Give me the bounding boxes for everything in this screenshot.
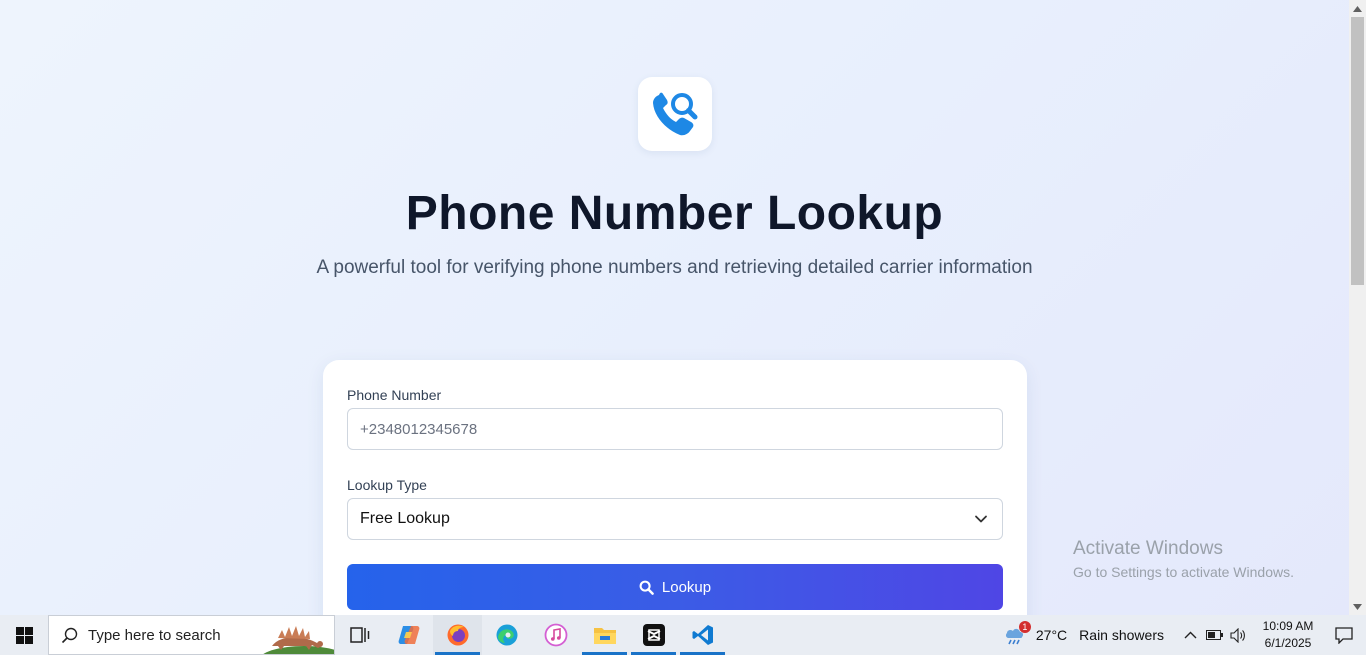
page-subtitle: A powerful tool for verifying phone numb… — [316, 257, 1033, 278]
lookup-type-select[interactable]: Free Lookup — [347, 498, 1003, 540]
search-icon — [639, 580, 654, 595]
app-logo — [638, 77, 712, 151]
scroll-up-arrow-icon[interactable] — [1349, 0, 1366, 17]
search-highlight-illustration-icon — [263, 626, 334, 654]
taskbar-clock[interactable]: 10:09 AM 6/1/2025 — [1254, 618, 1322, 652]
speaker-icon — [1229, 627, 1245, 643]
activate-windows-watermark: Activate Windows Go to Settings to activ… — [1073, 538, 1294, 580]
page-content: Phone Number Lookup A powerful tool for … — [0, 0, 1349, 615]
page-title: Phone Number Lookup — [405, 187, 944, 240]
firefox-icon — [447, 624, 468, 646]
taskbar-search-box[interactable]: Type here to search — [48, 615, 335, 655]
watermark-title: Activate Windows — [1073, 538, 1223, 559]
vscode-icon — [692, 625, 713, 645]
notification-center-button[interactable] — [1322, 626, 1366, 644]
taskbar-itunes[interactable] — [531, 615, 580, 655]
clock-time: 10:09 AM — [1262, 619, 1314, 633]
lookup-form-card: Phone Number Lookup Type Free Lookup Loo… — [323, 360, 1027, 615]
scroll-thumb[interactable] — [1351, 17, 1364, 285]
chevron-down-icon — [975, 515, 987, 523]
show-hidden-icons-button[interactable] — [1178, 631, 1202, 639]
lookup-type-value: Free Lookup — [360, 510, 450, 527]
lookup-button-label: Lookup — [661, 578, 712, 596]
taskbar-search-placeholder: Type here to search — [88, 626, 221, 644]
taskbar-capcut[interactable] — [629, 615, 678, 655]
task-view-button[interactable] — [335, 615, 384, 655]
taskbar-copilot[interactable] — [384, 615, 433, 655]
system-tray: 1 27°C Rain showers 10:09 AM 6/1/2025 — [1004, 615, 1366, 655]
file-explorer-icon — [593, 628, 616, 644]
taskbar-file-explorer[interactable] — [580, 615, 629, 655]
lookup-button[interactable]: Lookup — [347, 564, 1003, 610]
start-button[interactable] — [0, 615, 48, 655]
lookup-type-label: Lookup Type — [347, 477, 427, 493]
volume-button[interactable] — [1226, 627, 1250, 643]
copilot-icon — [398, 626, 419, 644]
chevron-up-icon — [1184, 631, 1196, 639]
itunes-icon — [544, 623, 567, 647]
taskbar-firefox[interactable] — [433, 615, 482, 655]
phone-number-input[interactable] — [347, 408, 1003, 450]
clock-date: 6/1/2025 — [1264, 636, 1312, 650]
weather-notification-badge: 1 — [1018, 621, 1031, 633]
weather-condition: Rain showers — [1079, 627, 1164, 643]
task-view-icon — [349, 627, 369, 643]
weather-temperature: 27°C — [1035, 627, 1068, 643]
weather-widget[interactable]: 1 27°C Rain showers — [1004, 621, 1164, 646]
watermark-subtitle: Go to Settings to activate Windows. — [1073, 564, 1294, 580]
weather-icon-wrap: 1 — [1004, 621, 1031, 646]
windows-logo-icon — [15, 626, 33, 644]
phone-number-label: Phone Number — [347, 387, 442, 403]
capcut-icon — [642, 624, 665, 646]
battery-icon — [1205, 630, 1223, 640]
phone-search-icon — [653, 92, 698, 136]
edge-icon — [496, 624, 517, 646]
battery-button[interactable] — [1202, 630, 1226, 640]
scroll-down-arrow-icon[interactable] — [1349, 598, 1366, 615]
taskbar-vscode[interactable] — [678, 615, 727, 655]
windows-taskbar: Type here to search 1 27°C Rain showers … — [0, 615, 1366, 655]
notification-icon — [1335, 626, 1353, 644]
taskbar-edge[interactable] — [482, 615, 531, 655]
search-icon — [61, 627, 78, 643]
vertical-scrollbar[interactable] — [1349, 0, 1366, 615]
